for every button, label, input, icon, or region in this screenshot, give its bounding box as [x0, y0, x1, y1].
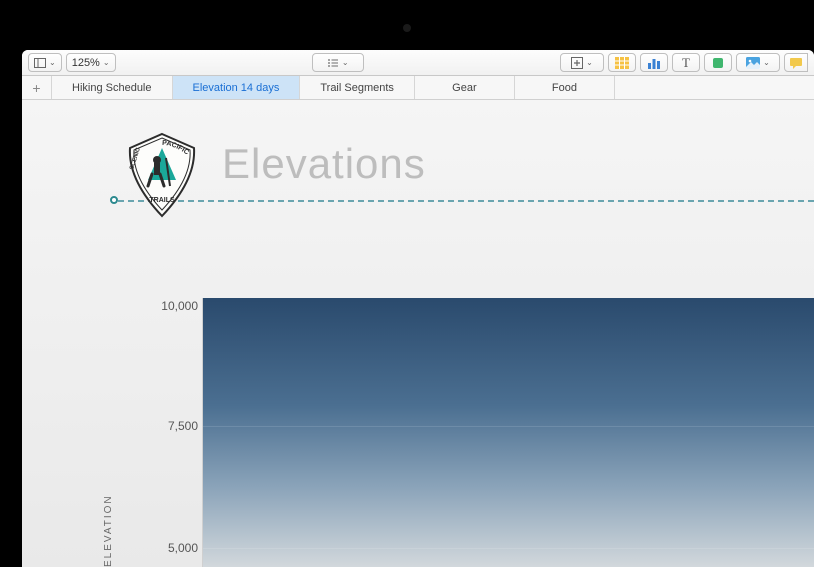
table-button[interactable] — [608, 53, 636, 72]
zoom-button[interactable]: 125% ⌄ — [66, 53, 116, 72]
view-mode-button[interactable]: ⌄ — [28, 53, 62, 72]
y-tick-label: 10,000 — [128, 299, 198, 313]
guide-line — [118, 200, 814, 202]
canvas[interactable]: PACIFIC SCENIC TRAILS Elevations 10,000 … — [22, 100, 814, 567]
trails-badge-logo: PACIFIC SCENIC TRAILS — [122, 130, 202, 220]
tab-label: Elevation 14 days — [193, 82, 280, 94]
toolbar: ⌄ 125% ⌄ ⌄ ⌄ — [22, 50, 814, 76]
tab-hiking-schedule[interactable]: Hiking Schedule — [52, 76, 173, 99]
media-icon — [746, 57, 760, 69]
y-tick-label: 7,500 — [128, 419, 198, 433]
tab-label: Hiking Schedule — [72, 82, 152, 94]
sidebar-layout-icon — [34, 57, 46, 69]
selection-handle[interactable] — [110, 196, 118, 204]
chevron-down-icon: ⌄ — [342, 58, 349, 67]
plot-area — [202, 298, 814, 567]
text-button[interactable]: T — [672, 53, 700, 72]
plus-box-icon — [571, 57, 583, 69]
elevation-chart[interactable]: 10,000 7,500 5,000 ELEVATION — [118, 298, 814, 567]
zoom-value: 125% — [72, 57, 100, 69]
tab-elevation-14-days[interactable]: Elevation 14 days — [173, 76, 301, 99]
chevron-down-icon: ⌄ — [763, 58, 770, 67]
page-title: Elevations — [222, 140, 426, 188]
y-axis-label: ELEVATION — [103, 494, 114, 567]
comment-icon — [790, 57, 802, 69]
chart-icon — [647, 57, 661, 69]
tab-trail-segments[interactable]: Trail Segments — [300, 76, 415, 99]
list-style-button[interactable]: ⌄ — [312, 53, 364, 72]
chevron-down-icon: ⌄ — [103, 58, 110, 67]
chart-button[interactable] — [640, 53, 668, 72]
shape-button[interactable] — [704, 53, 732, 72]
tab-label: Trail Segments — [320, 82, 394, 94]
plus-icon: + — [32, 80, 40, 96]
comment-button[interactable] — [784, 53, 808, 72]
insert-button[interactable]: ⌄ — [560, 53, 604, 72]
chevron-down-icon: ⌄ — [49, 58, 56, 67]
chevron-down-icon: ⌄ — [586, 58, 593, 67]
svg-text:TRAILS: TRAILS — [149, 197, 175, 204]
tab-label: Gear — [452, 82, 476, 94]
shape-icon — [712, 57, 724, 69]
y-tick-label: 5,000 — [128, 541, 198, 555]
media-button[interactable]: ⌄ — [736, 53, 780, 72]
tab-label: Food — [552, 82, 577, 94]
sheet-tabs: + Hiking Schedule Elevation 14 days Trai… — [22, 76, 814, 100]
text-icon: T — [682, 55, 690, 71]
tab-food[interactable]: Food — [515, 76, 615, 99]
add-sheet-button[interactable]: + — [22, 76, 52, 99]
list-icon — [327, 57, 339, 69]
tab-gear[interactable]: Gear — [415, 76, 515, 99]
table-icon — [615, 57, 629, 69]
